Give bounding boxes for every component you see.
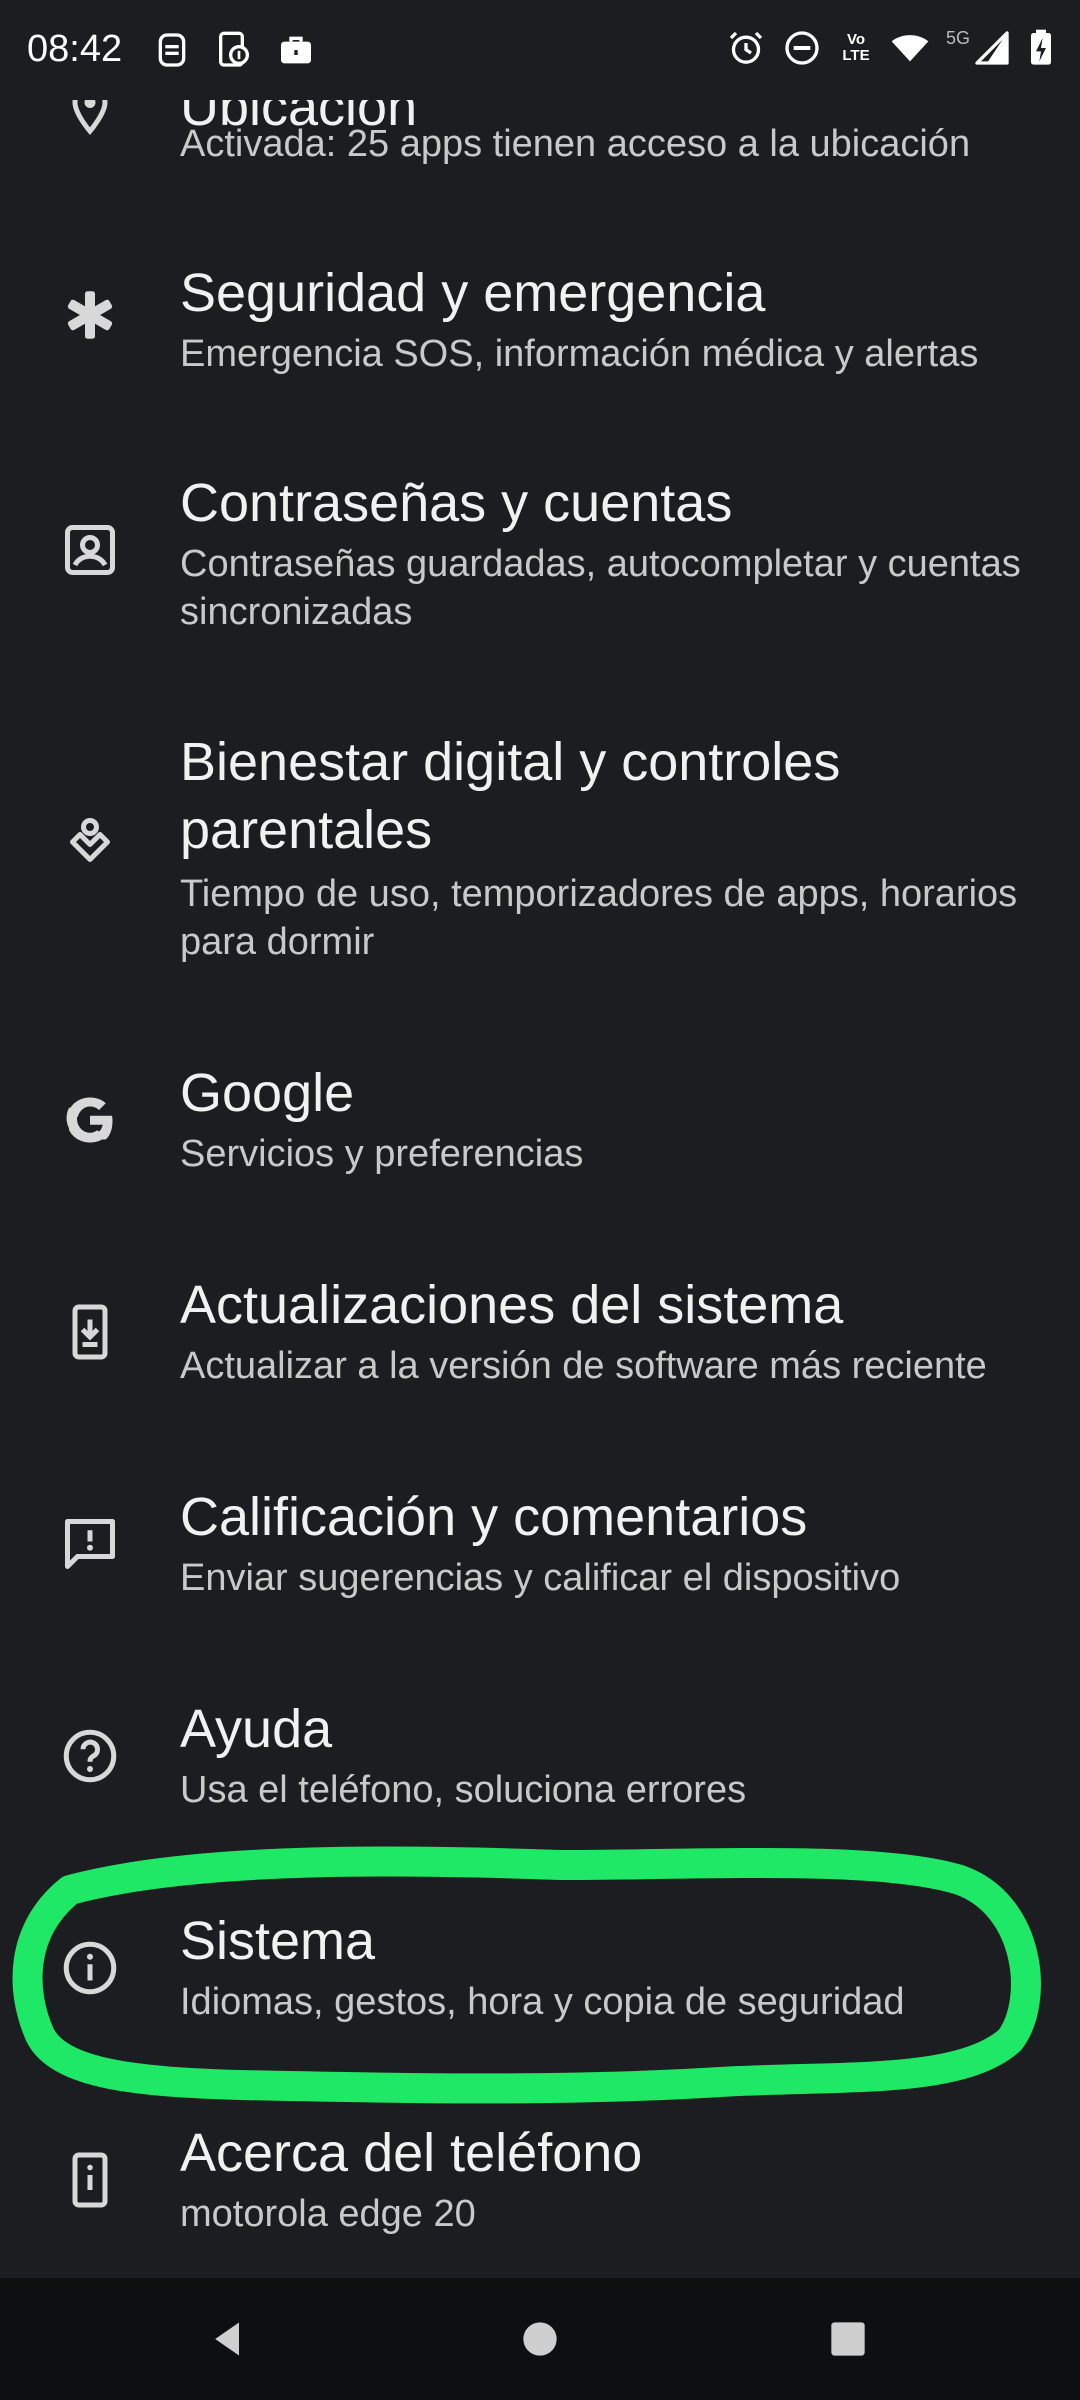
settings-item-title: Google bbox=[180, 1063, 355, 1123]
settings-item-subtitle: Activada: 25 apps tienen acceso a la ubi… bbox=[180, 123, 971, 165]
settings-item-subtitle: Emergencia SOS, información médica y ale… bbox=[180, 333, 979, 375]
settings-item-title: Contraseñas y cuentas bbox=[180, 473, 733, 533]
phone-debug-icon bbox=[219, 31, 249, 67]
settings-item-actualizaciones[interactable]: Actualizaciones del sistema Actualizar a… bbox=[0, 1262, 1080, 1422]
volte-icon: Vo LTE bbox=[842, 31, 870, 64]
navigation-bar bbox=[0, 2278, 1080, 2400]
settings-item-subtitle: Idiomas, gestos, hora y copia de segurid… bbox=[180, 1981, 905, 2023]
signal-icon bbox=[975, 31, 1009, 65]
work-briefcase-icon bbox=[281, 36, 311, 64]
recents-icon bbox=[831, 2322, 865, 2356]
wellbeing-icon bbox=[70, 818, 110, 862]
settings-item-subtitle: Contraseñas guardadas, autocompletar y c… bbox=[180, 543, 1021, 633]
settings-item-title: Seguridad y emergencia bbox=[180, 263, 766, 323]
settings-item-subtitle: Enviar sugerencias y calificar el dispos… bbox=[180, 1557, 901, 1599]
settings-item-acerca[interactable]: Acerca del teléfono motorola edge 20 bbox=[0, 2110, 1080, 2270]
settings-item-bienestar[interactable]: Bienestar digital y controles parentales… bbox=[0, 720, 1080, 990]
info-circle-icon bbox=[63, 1941, 117, 1995]
settings-item-contrasenas[interactable]: Contraseñas y cuentas Contraseñas guarda… bbox=[0, 460, 1080, 660]
settings-item-subtitle: Actualizar a la versión de software más … bbox=[180, 1345, 987, 1387]
account-box-icon bbox=[65, 525, 115, 575]
settings-item-title: Calificación y comentarios bbox=[180, 1487, 808, 1547]
settings-item-google[interactable]: Google Servicios y preferencias bbox=[0, 1050, 1080, 1210]
settings-item-title: Ayuda bbox=[180, 1699, 333, 1759]
settings-item-title: Acerca del teléfono bbox=[180, 2123, 643, 2183]
system-update-icon bbox=[72, 1304, 108, 1360]
settings-item-ayuda[interactable]: Ayuda Usa el teléfono, soluciona errores bbox=[0, 1686, 1080, 1846]
do-not-disturb-icon bbox=[785, 31, 819, 65]
settings-item-subtitle: motorola edge 20 bbox=[180, 2193, 476, 2235]
help-circle-icon bbox=[63, 1729, 117, 1783]
google-g-icon bbox=[66, 1097, 113, 1143]
alarm-icon bbox=[729, 31, 763, 64]
asterisk-icon bbox=[67, 291, 113, 339]
settings-item-subtitle: Tiempo de uso, temporizadores de apps, h… bbox=[180, 873, 1018, 963]
settings-item-sistema[interactable]: Sistema Idiomas, gestos, hora y copia de… bbox=[0, 1898, 1080, 2058]
status-time: 08:42 bbox=[27, 28, 123, 70]
settings-item-subtitle: Servicios y preferencias bbox=[180, 1133, 584, 1175]
wifi-icon bbox=[891, 35, 929, 62]
face-unlock-icon bbox=[158, 33, 186, 67]
settings-item-calificacion[interactable]: Calificación y comentarios Enviar sugere… bbox=[0, 1474, 1080, 1634]
settings-item-title: Sistema bbox=[180, 1911, 376, 1971]
feedback-icon bbox=[65, 1519, 115, 1569]
home-icon bbox=[523, 2322, 557, 2356]
settings-item-seguridad[interactable]: Seguridad y emergencia Emergencia SOS, i… bbox=[0, 250, 1080, 410]
settings-item-title: Bienestar digital y controles parentales bbox=[180, 732, 841, 860]
status-right-icons: Vo LTE 5G bbox=[726, 28, 1054, 68]
battery-charging-icon bbox=[1031, 29, 1051, 65]
recents-button[interactable] bbox=[788, 2278, 908, 2400]
home-button[interactable] bbox=[480, 2278, 600, 2400]
status-left-icons bbox=[152, 30, 316, 70]
settings-item-title: Actualizaciones del sistema bbox=[180, 1275, 844, 1335]
status-bar: 08:42 Vo LTE 5G bbox=[0, 0, 1080, 100]
network-type-label: 5G bbox=[945, 27, 970, 48]
settings-item-subtitle: Usa el teléfono, soluciona errores bbox=[180, 1769, 747, 1811]
back-button[interactable] bbox=[168, 2278, 288, 2400]
back-icon bbox=[215, 2322, 239, 2356]
phone-info-icon bbox=[72, 2152, 108, 2208]
